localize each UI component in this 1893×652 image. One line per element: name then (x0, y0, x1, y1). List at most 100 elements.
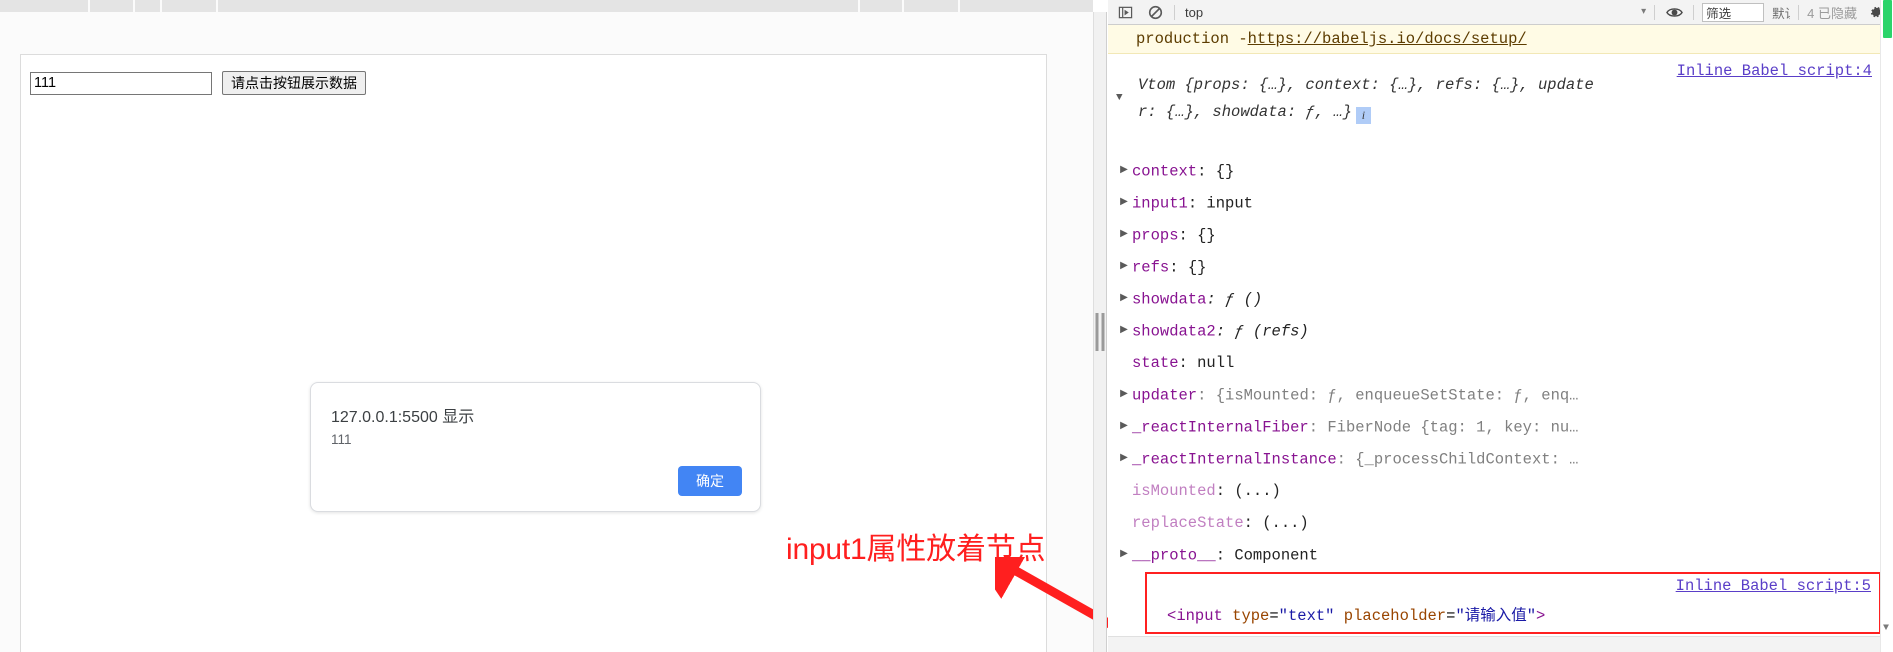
property-row[interactable]: ▶ _reactInternalFiber: FiberNode {tag: 1,… (1120, 414, 1579, 441)
object-header-line2: r: {…}, showdata: ƒ, …} (1138, 102, 1352, 121)
property-row[interactable]: ▶ showdata2: ƒ (refs) (1120, 318, 1309, 345)
expand-arrow-icon[interactable]: ▶ (1118, 542, 1130, 569)
input-element-markup: <input type="text" placeholder="请输入值"> (1167, 607, 1546, 625)
property-row[interactable]: ▶ _reactInternalInstance: {_processChildC… (1120, 446, 1579, 473)
property-name: refs (1132, 258, 1170, 277)
property-name: showdata2 (1132, 322, 1216, 341)
property-value: : (...) (1243, 514, 1309, 532)
angle-bracket-open: < (1167, 607, 1177, 625)
scrollbar-thumb[interactable] (1883, 0, 1892, 38)
devtools-console-panel: top ▾ 默认级别 4 已隐藏 produ (1108, 0, 1893, 652)
property-name: updater (1132, 386, 1198, 405)
expand-arrow-icon[interactable]: ▶ (1118, 254, 1130, 281)
alert-origin-label: 127.0.0.1:5500 显示 (331, 409, 475, 426)
property-row[interactable]: state: null (1132, 350, 1234, 377)
property-value: : null (1178, 354, 1235, 372)
console-filter-input[interactable] (1702, 2, 1765, 22)
expand-arrow-icon[interactable]: ▶ (1118, 446, 1130, 473)
property-name: context (1132, 162, 1198, 181)
expand-arrow-icon[interactable]: ▶ (1118, 222, 1130, 249)
attribute-name-placeholder: placeholder (1343, 607, 1447, 625)
annotation-label: input1属性放着节点 (786, 533, 1046, 566)
attribute-value-type: "text" (1278, 607, 1335, 625)
browser-page-pane: 请点击按钮展示数据 127.0.0.1:5500 显示 111 确定 input… (0, 0, 1150, 652)
property-row[interactable]: isMounted: (...) (1132, 478, 1281, 505)
expand-arrow-icon[interactable]: ▶ (1118, 286, 1130, 313)
source-link-script-5[interactable]: Inline Babel script:5 (1676, 577, 1871, 595)
toolbar-separator (1174, 4, 1175, 20)
property-value: : {} (1169, 258, 1207, 277)
live-expression-eye-icon[interactable] (1663, 2, 1685, 22)
info-badge-icon[interactable]: i (1355, 106, 1371, 124)
sidebar-toggle-icon[interactable] (1114, 2, 1136, 22)
property-value: : {_processChildContext: … (1336, 450, 1579, 469)
property-row[interactable]: ▶ context: {} (1120, 158, 1235, 185)
expand-arrow-icon[interactable]: ▼ (1116, 85, 1123, 112)
babel-production-warning: production - https://babeljs.io/docs/set… (1108, 25, 1880, 54)
panel-splitter[interactable] (1093, 12, 1107, 652)
toolbar-divider (88, 0, 90, 12)
alert-dialog: 127.0.0.1:5500 显示 111 确定 (310, 382, 761, 512)
logged-object-header[interactable]: ▼ Vtom {props: {…}, context: {…}, refs: … (1116, 72, 1856, 125)
property-name: __proto__ (1132, 546, 1216, 565)
page-surface: 请点击按钮展示数据 127.0.0.1:5500 显示 111 确定 input… (0, 12, 1150, 652)
attribute-name-type: type (1232, 607, 1270, 625)
toolbar-separator (1798, 4, 1800, 20)
toolbar-divider (958, 0, 960, 12)
toolbar-divider (902, 0, 904, 12)
expand-arrow-icon[interactable]: ▶ (1118, 318, 1130, 345)
object-header-line1: Vtom {props: {…}, context: {…}, refs: {…… (1138, 76, 1594, 94)
hidden-messages-count: 4 已隐藏 (1807, 5, 1857, 21)
attribute-value-placeholder: "请输入值" (1455, 607, 1537, 625)
scroll-down-icon[interactable]: ▼ (1883, 623, 1889, 634)
property-name: showdata (1132, 290, 1207, 309)
property-name: _reactInternalInstance (1132, 450, 1337, 469)
property-row[interactable]: ▶ input1: input (1120, 190, 1253, 217)
expand-arrow-icon[interactable]: ▶ (1118, 190, 1130, 217)
property-value: : input (1187, 194, 1253, 213)
warning-text: production - (1136, 30, 1248, 48)
property-row[interactable]: ▶ props: {} (1120, 222, 1216, 249)
show-data-button[interactable]: 请点击按钮展示数据 (222, 71, 366, 95)
highlighted-console-entry[interactable]: Inline Babel script:5 <input type="text"… (1145, 572, 1881, 634)
console-scrollbar[interactable]: ▼ (1880, 0, 1893, 652)
property-name: replaceState (1132, 514, 1244, 532)
property-row[interactable]: replaceState: (...) (1132, 510, 1309, 537)
toolbar-divider (216, 0, 218, 12)
property-value: : FiberNode {tag: 1, key: nu… (1308, 418, 1579, 437)
log-levels-selector[interactable]: 默认级别 (1772, 3, 1790, 22)
expand-arrow-icon[interactable]: ▶ (1118, 158, 1130, 185)
property-row[interactable]: ▶ showdata: ƒ () (1120, 286, 1263, 313)
property-name: state (1132, 354, 1179, 372)
property-value: : Component (1215, 546, 1319, 565)
toolbar-divider (160, 0, 162, 12)
value-input[interactable] (30, 71, 212, 95)
property-name: props (1132, 226, 1179, 245)
execution-context-selector[interactable]: top (1183, 5, 1205, 20)
property-row[interactable]: ▶ __proto__: Component (1120, 542, 1319, 569)
clear-console-icon[interactable] (1144, 2, 1166, 22)
toolbar-separator (1693, 4, 1695, 20)
property-value: : {isMounted: ƒ, enqueueSetState: ƒ, enq… (1197, 386, 1579, 405)
property-value: : {} (1197, 162, 1235, 181)
expand-arrow-icon[interactable]: ▶ (1118, 414, 1130, 441)
property-row[interactable]: ▶ updater: {isMounted: ƒ, enqueueSetState… (1120, 382, 1579, 409)
angle-bracket-close: > (1536, 607, 1546, 625)
property-value: : ƒ () (1206, 290, 1263, 309)
tag-name: input (1176, 607, 1223, 625)
form-row: 请点击按钮展示数据 (30, 71, 366, 95)
babel-setup-link[interactable]: https://babeljs.io/docs/setup/ (1248, 30, 1527, 48)
property-name: isMounted (1132, 482, 1216, 500)
property-value: : {} (1178, 226, 1216, 245)
property-row[interactable]: ▶ refs: {} (1120, 254, 1207, 281)
expand-arrow-icon[interactable]: ▶ (1118, 382, 1130, 409)
toolbar-divider (858, 0, 860, 12)
chevron-down-icon[interactable]: ▾ (1641, 6, 1646, 18)
toolbar-divider (133, 0, 135, 12)
splitter-grip-icon[interactable] (1095, 313, 1105, 351)
alert-ok-button[interactable]: 确定 (678, 466, 742, 496)
property-value: : ƒ (refs) (1215, 322, 1309, 341)
property-value: : (...) (1215, 482, 1281, 500)
property-name: _reactInternalFiber (1132, 418, 1309, 437)
property-name: input1 (1132, 194, 1188, 213)
